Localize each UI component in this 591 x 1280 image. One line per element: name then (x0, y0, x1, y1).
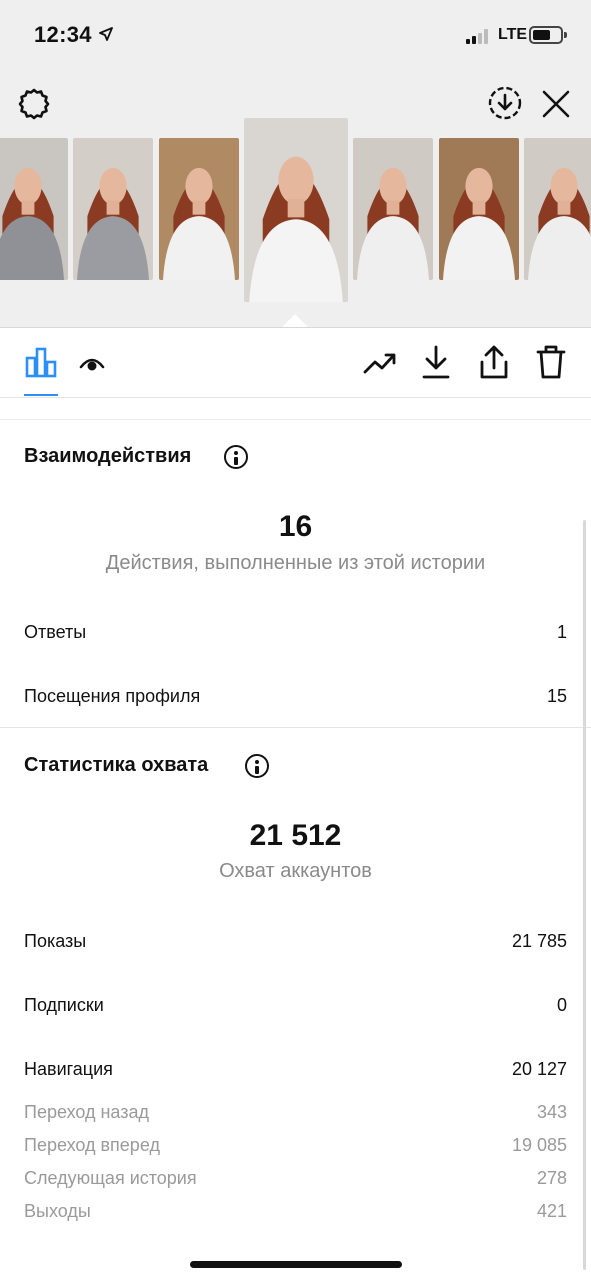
stat-row: Показы 21 785 (24, 931, 567, 957)
stat-label: Переход назад (24, 1102, 150, 1122)
active-tab-indicator (24, 394, 58, 396)
stat-value: 15 (546, 686, 567, 706)
eye-icon (79, 358, 105, 371)
stat-row: Навигация 20 127 (24, 1059, 567, 1085)
delete-button[interactable] (532, 342, 570, 382)
navigation-row: Следующая история 278 (24, 1168, 567, 1194)
stat-row: Посещения профиля 15 (24, 686, 567, 712)
bar-chart-icon (25, 347, 57, 378)
selected-pointer (282, 314, 308, 327)
story-thumb-5[interactable] (353, 138, 433, 280)
info-icon[interactable] (224, 445, 248, 469)
insights-tab-bar (0, 328, 591, 398)
story-image (443, 167, 515, 280)
story-image (77, 167, 149, 280)
interactions-total: 16 (278, 510, 313, 543)
story-image (0, 167, 64, 280)
interactions-title: Взаимодействия (24, 445, 192, 467)
home-indicator[interactable] (190, 1261, 402, 1268)
stat-label: Посещения профиля (24, 686, 201, 706)
section-divider (0, 727, 591, 728)
scrollbar[interactable] (583, 520, 586, 1270)
battery-icon (529, 26, 563, 44)
tab-insights[interactable] (22, 342, 60, 382)
stat-label: Ответы (24, 622, 87, 642)
download-icon (422, 345, 450, 379)
stat-label: Выходы (24, 1201, 91, 1221)
story-thumb-2[interactable] (73, 138, 153, 280)
reach-caption: Охват аккаунтов (219, 860, 372, 882)
trash-icon (536, 345, 566, 379)
stat-value: 19 085 (511, 1135, 567, 1155)
share-icon (480, 345, 508, 379)
tab-viewers[interactable] (76, 348, 108, 378)
signal-bars-icon (466, 28, 494, 44)
download-button[interactable] (418, 342, 454, 382)
promote-button[interactable] (360, 346, 400, 380)
stat-value: 278 (536, 1168, 567, 1188)
status-time: 12:34 (34, 22, 92, 47)
stat-row: Ответы 1 (24, 622, 567, 648)
story-thumbnail-strip[interactable] (0, 72, 591, 328)
navigation-row: Переход вперед 19 085 (24, 1135, 567, 1161)
stat-label: Следующая история (24, 1168, 197, 1188)
network-type: LTE (498, 26, 528, 43)
story-thumb-3[interactable] (159, 138, 239, 280)
trending-up-icon (363, 353, 396, 374)
story-image (528, 167, 591, 280)
story-thumb-1[interactable] (0, 138, 68, 280)
stat-label: Навигация (24, 1059, 113, 1079)
story-thumb-7[interactable] (524, 138, 591, 280)
reach-title: Статистика охвата (24, 754, 209, 776)
story-preview-header (0, 72, 591, 328)
location-arrow-icon (99, 27, 113, 41)
stat-label: Переход вперед (24, 1135, 160, 1155)
navigation-row: Переход назад 343 (24, 1102, 567, 1128)
story-image (163, 167, 235, 280)
stat-value: 1 (556, 622, 567, 642)
reach-total: 21 512 (249, 819, 342, 852)
stat-value: 0 (556, 995, 567, 1015)
story-thumb-6[interactable] (439, 138, 519, 280)
story-image (249, 156, 343, 302)
interactions-caption: Действия, выполненные из этой истории (105, 552, 486, 574)
story-thumb-4[interactable] (244, 118, 348, 302)
share-button[interactable] (476, 342, 512, 382)
info-icon[interactable] (245, 754, 269, 778)
story-image (357, 167, 429, 280)
stat-label: Подписки (24, 995, 104, 1015)
stat-row: Подписки 0 (24, 995, 567, 1021)
status-bar: 12:34 LTE (0, 0, 591, 72)
stat-value: 20 127 (511, 1059, 567, 1079)
stat-value: 343 (536, 1102, 567, 1122)
stat-value: 421 (536, 1201, 567, 1221)
navigation-row: Выходы 421 (24, 1201, 567, 1227)
stat-value: 21 785 (511, 931, 567, 951)
stat-label: Показы (24, 931, 87, 951)
